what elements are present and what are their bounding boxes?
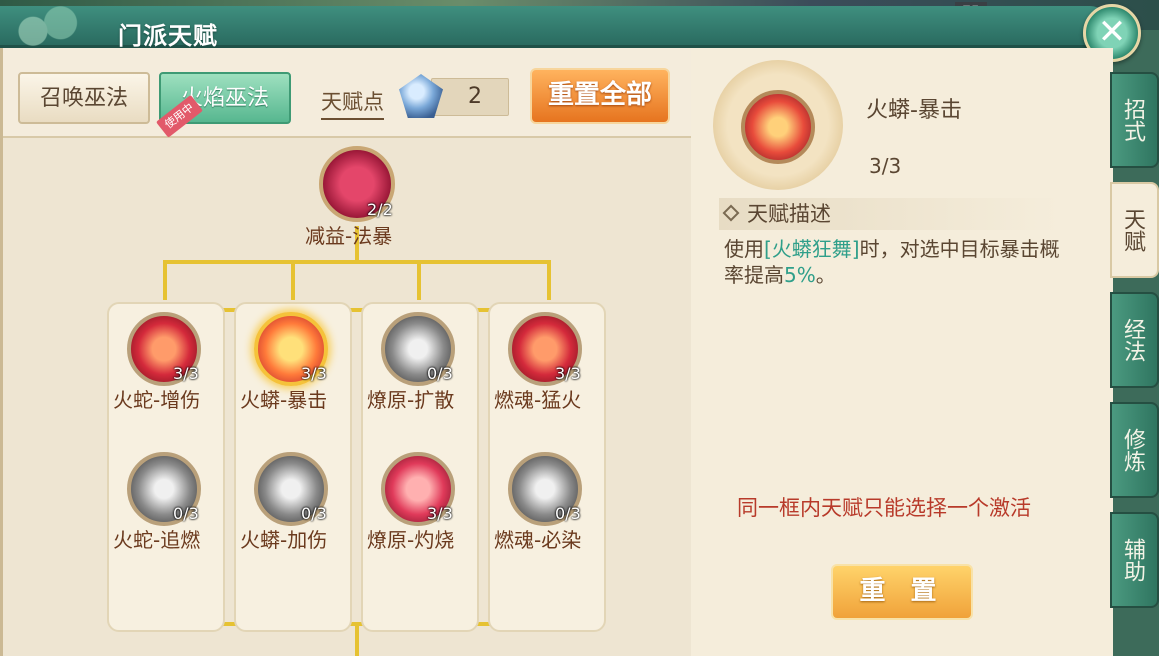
tree-header: 召唤巫法 火焰巫法 天赋点 2 重置全部	[3, 48, 691, 138]
node-label: 燃魂-猛火	[494, 388, 582, 412]
node-label: 火蛇-增伤	[113, 388, 201, 412]
tree-connector	[355, 622, 359, 656]
main-panel: 召唤巫法 火焰巫法 天赋点 2 重置全部 使用中 2/2 减益-法暴 3/3 火…	[0, 48, 1113, 656]
page-title: 门派天赋	[118, 22, 218, 50]
node-label: 燎原-扩散	[367, 388, 455, 412]
tree-connector	[417, 260, 421, 300]
node-count: 0/3	[427, 364, 453, 383]
desc-value: 5%	[784, 263, 816, 287]
description-header: 天赋描述	[719, 198, 1059, 230]
reset-button[interactable]: 重 置	[831, 564, 973, 620]
close-icon: ✕	[1097, 12, 1127, 52]
side-tab-cultivation[interactable]: 修炼	[1110, 402, 1159, 498]
diamond-icon	[722, 204, 740, 222]
node-label: 火蛇-追燃	[113, 528, 201, 552]
cloud-decoration-icon	[0, 6, 110, 48]
node-count: 2/2	[367, 200, 393, 219]
desc-suffix: 。	[815, 263, 836, 287]
detail-skill-level: 3/3	[869, 154, 902, 178]
node-label: 燎原-灼烧	[367, 528, 455, 552]
fire-python-icon	[741, 90, 815, 164]
node-label: 火蟒-暴击	[240, 388, 328, 412]
node-count: 0/3	[173, 504, 199, 523]
side-tab-moves[interactable]: 招式	[1110, 72, 1159, 168]
selection-hint: 同一框内天赋只能选择一个激活	[737, 496, 1031, 520]
node-label: 燃魂-必染	[494, 528, 582, 552]
node-label: 减益-法暴	[305, 224, 393, 248]
talent-points-label: 天赋点	[321, 86, 384, 120]
description-header-label: 天赋描述	[747, 202, 831, 226]
tab-summon-magic[interactable]: 召唤巫法	[18, 72, 150, 124]
side-tab-scripture[interactable]: 经法	[1110, 292, 1159, 388]
talent-points-value: 2	[431, 78, 509, 116]
node-label: 火蟒-加伤	[240, 528, 328, 552]
talent-detail-panel: 火蟒-暴击 3/3 天赋描述 使用[火蟒狂舞]时，对选中目标暴击概率提高5%。 …	[691, 48, 1113, 656]
reset-all-button[interactable]: 重置全部	[530, 68, 670, 124]
detail-skill-name: 火蟒-暴击	[866, 98, 962, 123]
node-count: 0/3	[555, 504, 581, 523]
node-count: 3/3	[427, 504, 453, 523]
tree-connector	[291, 260, 295, 300]
tree-connector	[163, 260, 167, 300]
node-count: 3/3	[301, 364, 327, 383]
tree-connector	[547, 260, 551, 300]
node-count: 3/3	[555, 364, 581, 383]
desc-skill-name: [火蟒狂舞]	[764, 237, 860, 261]
description-text: 使用[火蟒狂舞]时，对选中目标暴击概率提高5%。	[724, 236, 1064, 288]
talent-tree-area: 召唤巫法 火焰巫法 天赋点 2 重置全部 使用中 2/2 减益-法暴 3/3 火…	[3, 48, 691, 656]
title-bar: 门派天赋	[0, 6, 1110, 50]
node-count: 3/3	[173, 364, 199, 383]
side-tab-auxiliary[interactable]: 辅助	[1110, 512, 1159, 608]
desc-prefix: 使用	[724, 237, 764, 261]
side-tab-talent[interactable]: 天赋	[1110, 182, 1159, 278]
node-count: 0/3	[301, 504, 327, 523]
tree-connector	[163, 260, 551, 264]
